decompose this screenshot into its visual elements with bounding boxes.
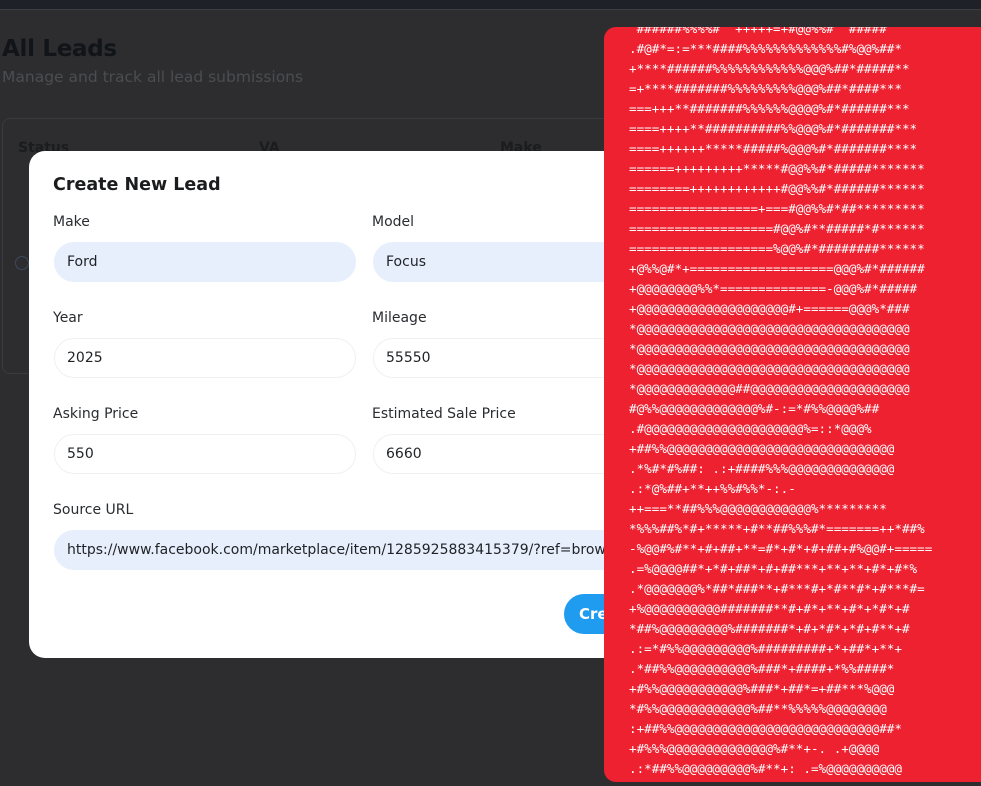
make-label: Make <box>53 214 90 230</box>
ascii-art-text: ######%%%%# +++++=+#@@%%# ##### .#@#*=:=… <box>629 27 933 776</box>
mileage-label: Mileage <box>372 310 427 326</box>
ascii-art-overlay: ######%%%%# +++++=+#@@%%# ##### .#@#*=:=… <box>604 27 981 782</box>
source-url-input[interactable]: https://www.facebook.com/marketplace/ite… <box>54 530 669 570</box>
page-subtitle: Manage and track all lead submissions <box>2 68 304 86</box>
year-label: Year <box>53 310 83 326</box>
estimated-sale-price-label: Estimated Sale Price <box>372 406 516 422</box>
modal-title: Create New Lead <box>53 175 221 195</box>
year-input[interactable]: 2025 <box>54 338 356 378</box>
make-input[interactable]: Ford <box>54 242 356 282</box>
top-bar <box>0 0 981 10</box>
page-header: All Leads Manage and track all lead subm… <box>2 36 303 86</box>
source-url-label: Source URL <box>53 502 134 518</box>
model-label: Model <box>372 214 415 230</box>
asking-price-input[interactable]: 550 <box>54 434 356 474</box>
asking-price-label: Asking Price <box>53 406 139 422</box>
page-title: All Leads <box>2 36 117 62</box>
create-lead-modal: Create New Lead Make Ford Model Focus Ye… <box>29 151 684 658</box>
row-select-radio[interactable] <box>15 256 29 270</box>
